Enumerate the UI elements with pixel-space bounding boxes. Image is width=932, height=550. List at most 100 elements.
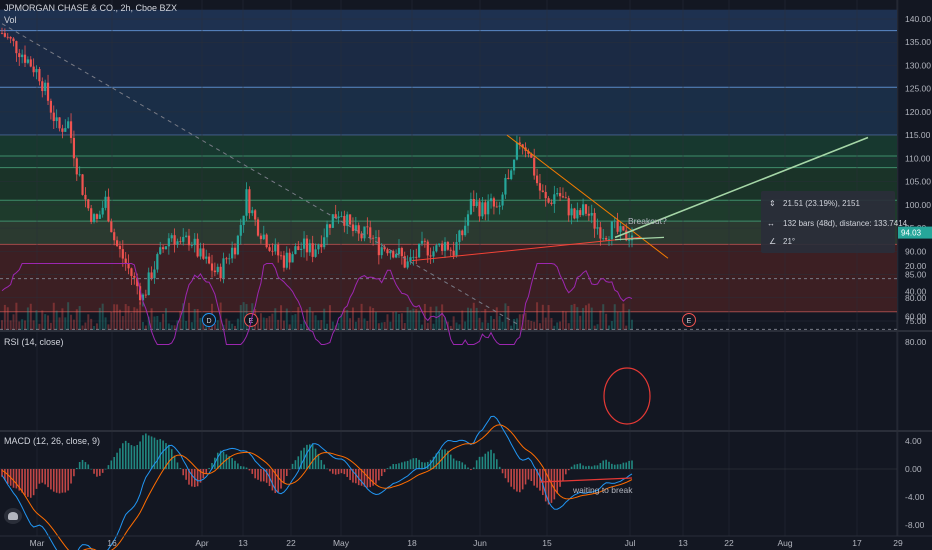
event-marker-label: D xyxy=(206,318,211,325)
macd-histogram-bar xyxy=(527,469,530,480)
macd-histogram-bar xyxy=(570,466,573,469)
candle-body xyxy=(130,268,133,276)
candle-body xyxy=(21,54,24,58)
volume-bar xyxy=(98,307,101,330)
macd-histogram-bar xyxy=(449,454,452,469)
macd-histogram-bar xyxy=(78,462,81,469)
candle-body xyxy=(170,235,173,239)
candle-body xyxy=(512,159,516,171)
volume-bar xyxy=(547,305,550,330)
volume-bar xyxy=(268,316,271,330)
candle-body xyxy=(208,256,211,264)
macd-histogram-bar xyxy=(498,466,501,469)
macd-histogram-bar xyxy=(168,444,170,469)
volume-bar xyxy=(343,309,346,330)
candle-body xyxy=(386,249,389,254)
candle-body xyxy=(161,247,165,250)
macd-histogram-bar xyxy=(101,469,104,473)
volume-bar xyxy=(567,323,570,330)
volume-bar xyxy=(124,304,127,330)
macd-histogram-bar xyxy=(378,469,380,481)
volume-bar xyxy=(61,308,64,330)
macd-tick: 0.00 xyxy=(905,464,922,474)
volume-bar xyxy=(495,307,498,330)
macd-histogram-bar xyxy=(472,467,475,469)
chart-title[interactable]: JPMORGAN CHASE & CO., 2h, Cboe BZX xyxy=(4,3,177,13)
measure-line-2: 132 bars (48d), distance: 133.7414 xyxy=(783,219,908,228)
macd-histogram-bar xyxy=(216,452,219,469)
macd-histogram-bar xyxy=(467,467,469,469)
volume-bar xyxy=(590,307,593,330)
macd-histogram-bar xyxy=(613,464,616,469)
macd-histogram-bar xyxy=(317,453,320,469)
volume-bar xyxy=(527,319,530,330)
volume-bar xyxy=(236,318,239,330)
macd-histogram-bar xyxy=(32,469,35,496)
macd-histogram-bar xyxy=(493,453,495,469)
macd-histogram-bar xyxy=(27,469,29,497)
macd-histogram-bar xyxy=(596,465,599,469)
rsi-label[interactable]: RSI (14, close) xyxy=(4,337,64,347)
volume-bar xyxy=(369,306,372,330)
volume-bar xyxy=(170,325,173,330)
macd-histogram-bar xyxy=(55,469,58,493)
volume-bar xyxy=(72,319,75,330)
volume-bar xyxy=(366,320,369,330)
volume-bar xyxy=(291,315,294,330)
candle-body xyxy=(61,128,64,132)
candle-body xyxy=(282,255,286,268)
macd-histogram-bar xyxy=(162,440,164,469)
volume-bar xyxy=(64,317,67,330)
macd-histogram-bar xyxy=(334,469,337,475)
candle-body xyxy=(256,219,260,236)
macd-label[interactable]: MACD (12, 26, close, 9) xyxy=(4,436,100,446)
candle-body xyxy=(210,263,214,271)
measure-line-3: 21° xyxy=(783,237,795,246)
volume-bar xyxy=(323,308,326,330)
rsi-tick: 20.00 xyxy=(905,261,927,271)
macd-histogram-bar xyxy=(383,469,386,473)
candle-body xyxy=(346,214,349,226)
candle-body xyxy=(285,252,288,268)
candle-body xyxy=(239,225,242,236)
volume-bar xyxy=(70,314,73,330)
candle-body xyxy=(52,112,55,122)
macd-histogram-bar xyxy=(458,461,461,469)
macd-histogram-bar xyxy=(593,465,596,469)
candle-body xyxy=(202,248,205,259)
price-zone xyxy=(0,87,897,136)
candle-body xyxy=(380,247,383,256)
time-tick: Mar xyxy=(30,538,45,548)
candle-body xyxy=(277,244,280,256)
candle-body xyxy=(472,199,475,206)
macd-histogram-bar xyxy=(329,469,331,472)
macd-histogram-bar xyxy=(470,469,472,471)
volume-bar xyxy=(141,321,144,330)
macd-histogram-bar xyxy=(588,465,590,469)
macd-histogram-bar xyxy=(530,469,533,482)
candle-body xyxy=(32,66,35,73)
candle-body xyxy=(469,199,473,215)
macd-histogram-bar xyxy=(145,433,147,469)
candle-body xyxy=(259,235,263,240)
macd-histogram-bar xyxy=(401,462,403,469)
macd-histogram-bar xyxy=(104,468,107,470)
candle-body xyxy=(596,227,599,229)
logo-icon[interactable] xyxy=(4,508,22,524)
macd-histogram-bar xyxy=(185,469,187,480)
macd-histogram-bar xyxy=(136,444,139,469)
volume-bar xyxy=(320,320,323,330)
candle-body xyxy=(547,198,550,203)
chart-canvas[interactable]: Breakout? ⇕ 21.51 (23.19%), 2151 ↔ 132 bars … xyxy=(0,0,932,550)
volume-bar xyxy=(44,314,47,330)
candle-body xyxy=(75,158,78,175)
macd-histogram-bar xyxy=(340,469,343,474)
candle-body xyxy=(366,226,369,228)
candle-body xyxy=(550,202,553,204)
candle-body xyxy=(573,208,576,219)
candle-body xyxy=(607,239,611,241)
candle-body xyxy=(426,241,429,256)
volume-bar xyxy=(239,305,242,330)
macd-histogram-bar xyxy=(119,448,121,469)
price-tick: 135.00 xyxy=(905,37,931,47)
